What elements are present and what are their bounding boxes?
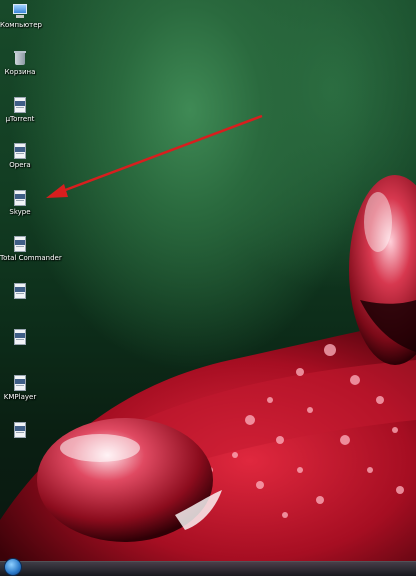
taskbar — [0, 558, 416, 576]
generic-file-icon — [12, 283, 28, 299]
desktop-icon-label: Компьютер — [0, 21, 42, 29]
desktop-icon-unnamed-3[interactable] — [0, 422, 40, 440]
generic-file-icon — [12, 329, 28, 345]
windows-orb-icon[interactable] — [4, 558, 22, 576]
desktop-icon-label: KMPlayer — [3, 393, 37, 401]
wallpaper — [0, 114, 416, 576]
desktop-icon-total-commander[interactable]: Total Commander — [0, 236, 62, 263]
recycle-bin-icon — [12, 50, 28, 66]
desktop-icon-kmplayer[interactable]: KMPlayer — [0, 375, 40, 402]
computer-icon — [12, 3, 28, 19]
desktop-icon-label: Корзина — [4, 68, 36, 76]
generic-file-icon — [12, 375, 28, 391]
generic-file-icon — [12, 97, 28, 113]
desktop-icon-skype[interactable]: Skype — [0, 190, 40, 217]
desktop-icon-unnamed-2[interactable] — [0, 329, 40, 347]
desktop-icon-opera[interactable]: Opera — [0, 143, 40, 170]
desktop: Компьютер Корзина µTorrent Opera Skype T… — [0, 0, 416, 576]
generic-file-icon — [12, 422, 28, 438]
desktop-icon-label: Total Commander — [0, 254, 62, 262]
desktop-icon-computer[interactable]: Компьютер — [0, 3, 42, 30]
generic-file-icon — [12, 236, 28, 252]
desktop-icon-recycle-bin[interactable]: Корзина — [0, 50, 40, 77]
generic-file-icon — [12, 190, 28, 206]
desktop-icon-unnamed-1[interactable] — [0, 283, 40, 301]
desktop-icon-label: Skype — [9, 208, 31, 216]
desktop-icon-utorrent[interactable]: µTorrent — [0, 97, 40, 124]
desktop-icon-label: µTorrent — [5, 115, 35, 123]
desktop-icon-label: Opera — [9, 161, 31, 169]
generic-file-icon — [12, 143, 28, 159]
